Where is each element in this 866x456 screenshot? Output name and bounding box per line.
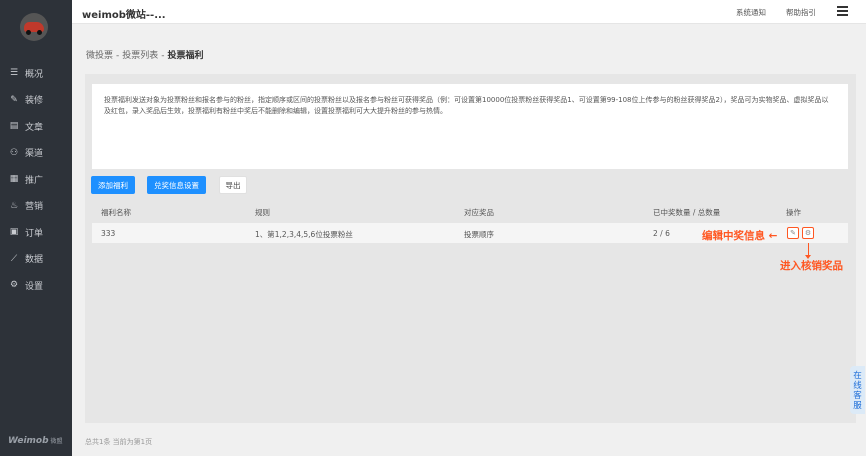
system-notice-link[interactable]: 系统通知: [736, 7, 766, 18]
sidebar: ☰ 概况 ✎ 装修 ▤ 文章 ⚇ 渠道 ▦ 推广 ♨ 营销 ▣ 订单 ⟋ 数据: [0, 0, 72, 456]
sidebar-item-marketing[interactable]: ♨ 营销: [0, 193, 72, 220]
help-guide-link[interactable]: 帮助指引: [786, 7, 816, 18]
column-header: 已中奖数量 / 总数量: [653, 208, 721, 217]
edit-annotation: 编辑中奖信息 ←: [702, 230, 778, 242]
verify-annotation: 进入核销奖品: [780, 260, 843, 272]
column-header: 规则: [255, 208, 270, 217]
app-title: weimob微站--...: [82, 10, 166, 21]
breadcrumb-vote[interactable]: 微投票: [86, 51, 113, 61]
data-icon: ⟋: [10, 253, 18, 264]
breadcrumb-current: 投票福利: [167, 51, 204, 61]
description-text: 投票福利发送对象为投票粉丝和报名参与的粉丝，指定顺序或区间的投票粉丝以及报名参与…: [104, 96, 829, 115]
sidebar-item-data[interactable]: ⟋ 数据: [0, 246, 72, 273]
breadcrumb-vote-list[interactable]: 投票列表: [122, 51, 158, 61]
marketing-icon: ♨: [9, 200, 19, 211]
order-icon: ▣: [9, 227, 19, 238]
sidebar-nav: ☰ 概况 ✎ 装修 ▤ 文章 ⚇ 渠道 ▦ 推广 ♨ 营销 ▣ 订单 ⟋ 数据: [0, 60, 72, 299]
sidebar-item-channel[interactable]: ⚇ 渠道: [0, 140, 72, 167]
sidebar-item-label: 装修: [25, 96, 44, 107]
prize-info-settings-button[interactable]: 兑奖信息设置: [147, 176, 206, 194]
pagination-info: 总共1条 当前为第1页: [85, 438, 153, 446]
sidebar-item-label: 订单: [25, 228, 44, 239]
edit-icon[interactable]: ✎: [787, 227, 799, 239]
table-header: 福利名称 规则 对应奖品 已中奖数量 / 总数量 操作: [92, 204, 848, 220]
online-service-label: 在线客服: [853, 371, 862, 411]
settings-icon: ⚙: [9, 280, 19, 291]
column-header: 操作: [786, 208, 801, 217]
sidebar-item-decorate[interactable]: ✎ 装修: [0, 87, 72, 114]
sidebar-item-overview[interactable]: ☰ 概况: [0, 60, 72, 87]
sidebar-item-promote[interactable]: ▦ 推广: [0, 166, 72, 193]
article-icon: ▤: [9, 121, 19, 132]
sidebar-item-article[interactable]: ▤ 文章: [0, 113, 72, 140]
overview-icon: ☰: [9, 68, 19, 79]
description-box: 投票福利发送对象为投票粉丝和报名参与的粉丝，指定顺序或区间的投票粉丝以及报名参与…: [92, 84, 848, 169]
sidebar-item-label: 推广: [25, 175, 44, 186]
benefit-count: 2 / 6: [653, 229, 670, 238]
column-header: 对应奖品: [464, 208, 494, 217]
avatar[interactable]: [20, 13, 48, 41]
channel-icon: ⚇: [9, 147, 19, 158]
sidebar-item-label: 营销: [25, 202, 44, 213]
decorate-icon: ✎: [10, 94, 18, 105]
benefit-prize: 投票顺序: [464, 230, 494, 239]
sidebar-item-order[interactable]: ▣ 订单: [0, 219, 72, 246]
verify-prize-icon[interactable]: ⚙: [802, 227, 814, 239]
online-service-button[interactable]: 在线客服: [850, 366, 865, 414]
add-benefit-button[interactable]: 添加福利: [91, 176, 135, 194]
sidebar-item-label: 概况: [25, 69, 44, 80]
top-bar: weimob微站--... 系统通知 帮助指引: [72, 0, 866, 24]
breadcrumb: 微投票 - 投票列表 - 投票福利: [86, 51, 204, 61]
brand-logo: Weimob 微盟: [8, 436, 63, 446]
sidebar-item-label: 渠道: [25, 149, 44, 160]
benefit-name: 333: [101, 229, 116, 238]
sidebar-item-settings[interactable]: ⚙ 设置: [0, 272, 72, 299]
promote-icon: ▦: [9, 174, 19, 185]
sidebar-item-label: 设置: [25, 281, 44, 292]
column-header: 福利名称: [101, 208, 131, 217]
hamburger-menu-icon[interactable]: [837, 6, 848, 16]
down-arrow-icon: [805, 243, 811, 259]
export-button[interactable]: 导出: [219, 176, 247, 194]
sidebar-item-label: 数据: [25, 255, 44, 266]
benefit-rule: 1、第1,2,3,4,5,6位投票粉丝: [255, 230, 353, 239]
sidebar-item-label: 文章: [25, 122, 44, 133]
